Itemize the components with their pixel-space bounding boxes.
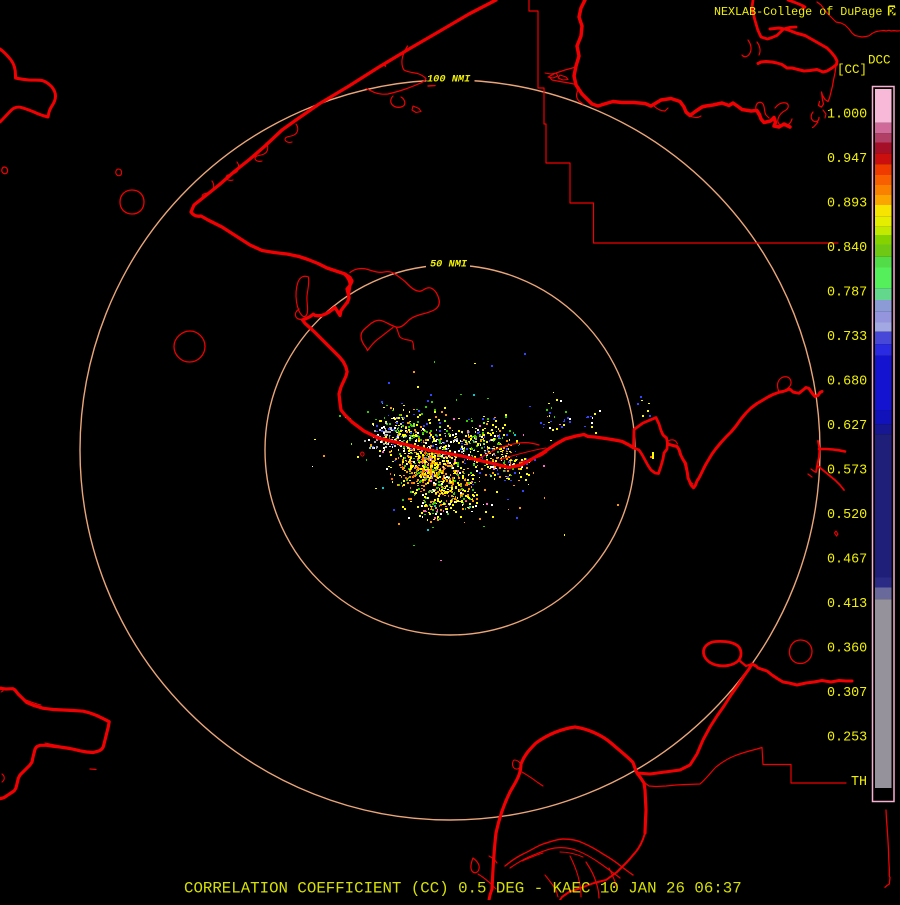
svg-text:100 NMI: 100 NMI <box>427 74 471 86</box>
svg-text:0.573: 0.573 <box>827 464 867 479</box>
svg-text:[CC]: [CC] <box>837 63 867 77</box>
svg-text:0.893: 0.893 <box>827 197 867 212</box>
svg-text:0.413: 0.413 <box>827 597 867 612</box>
svg-text:DCC: DCC <box>868 53 891 67</box>
svg-text:0.360: 0.360 <box>827 642 867 657</box>
svg-text:0.253: 0.253 <box>827 731 867 746</box>
svg-text:CORRELATION COEFFICIENT (CC) 0: CORRELATION COEFFICIENT (CC) 0.5 DEG - K… <box>184 880 742 898</box>
svg-text:0.627: 0.627 <box>827 419 867 434</box>
svg-text:0.520: 0.520 <box>827 508 867 523</box>
svg-text:0.787: 0.787 <box>827 286 867 301</box>
svg-text:0.467: 0.467 <box>827 553 867 568</box>
svg-text:0.840: 0.840 <box>827 241 867 256</box>
svg-text:1.000: 1.000 <box>827 108 867 123</box>
svg-text:0.680: 0.680 <box>827 375 867 390</box>
svg-text:TH: TH <box>851 775 867 790</box>
svg-text:0.947: 0.947 <box>827 152 867 167</box>
svg-text:50 NMI: 50 NMI <box>430 259 468 271</box>
svg-text:0.733: 0.733 <box>827 330 867 345</box>
svg-text:NEXLAB-College of DuPage: NEXLAB-College of DuPage <box>714 5 882 19</box>
svg-text:0.307: 0.307 <box>827 686 867 701</box>
